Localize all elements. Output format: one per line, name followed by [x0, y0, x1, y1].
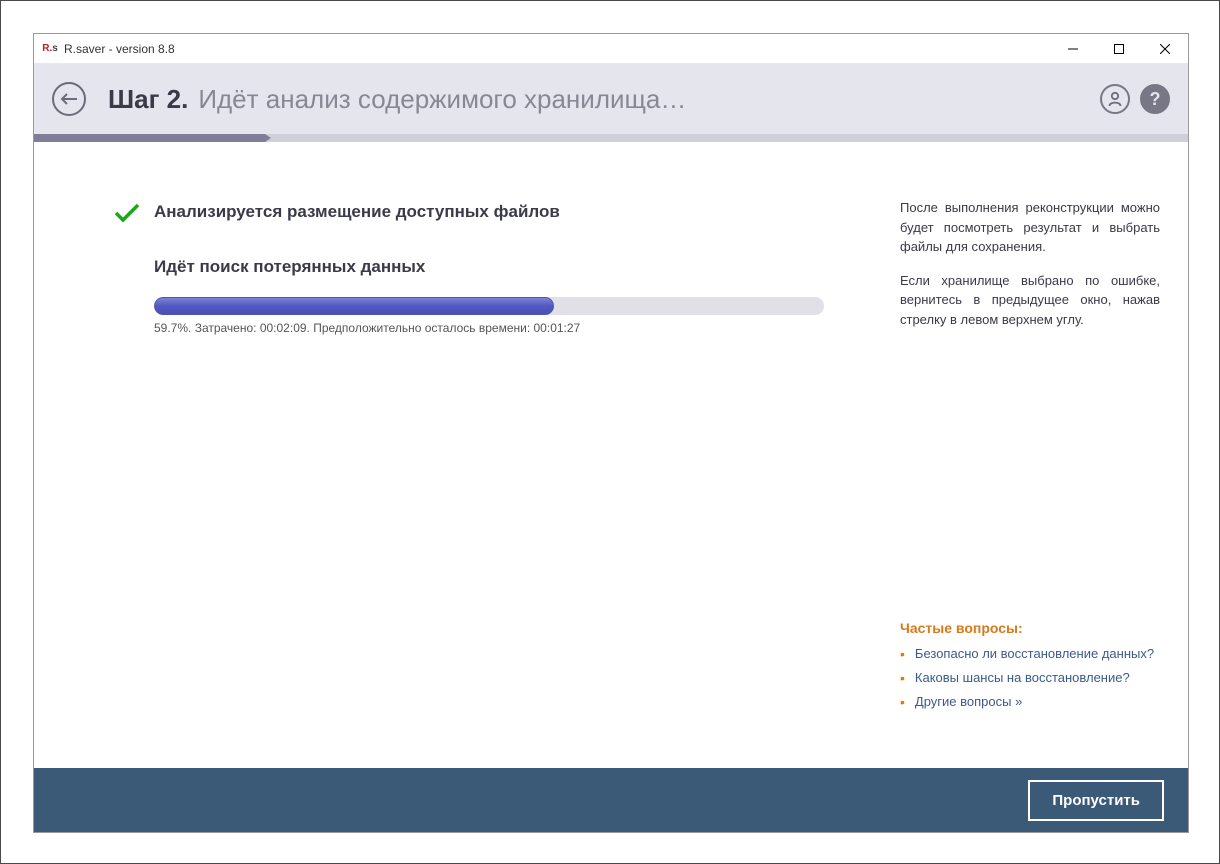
step-number: Шаг 2.: [108, 84, 188, 115]
page-header: Шаг 2. Идёт анализ содержимого хранилища…: [34, 64, 1188, 134]
back-button[interactable]: [52, 82, 86, 116]
wizard-steps-bar: [34, 134, 1188, 142]
analysis-done-label: Анализируется размещение доступных файло…: [154, 202, 560, 222]
faq-item: Безопасно ли восстановление данных?: [900, 646, 1160, 662]
app-icon: R.s: [42, 41, 58, 57]
info-paragraph: После выполнения реконструкции можно буд…: [900, 198, 1160, 257]
progress-bar: [154, 297, 824, 315]
info-sidebar: После выполнения реконструкции можно буд…: [888, 142, 1188, 768]
progress-status-text: 59.7%. Затрачено: 00:02:09. Предположите…: [154, 321, 848, 335]
footer-bar: Пропустить: [34, 768, 1188, 832]
close-button[interactable]: [1142, 34, 1188, 63]
skip-button[interactable]: Пропустить: [1028, 780, 1164, 821]
titlebar: R.s R.saver - version 8.8: [34, 34, 1188, 64]
maximize-button[interactable]: [1096, 34, 1142, 63]
user-icon: [1107, 91, 1123, 107]
step-description: Идёт анализ содержимого хранилища…: [198, 84, 686, 115]
step-segment: [957, 134, 1188, 142]
faq-list: Безопасно ли восстановление данных? Како…: [900, 646, 1160, 710]
step-segment: [34, 134, 265, 142]
step-segment: [496, 134, 727, 142]
faq-link[interactable]: Безопасно ли восстановление данных?: [915, 646, 1154, 661]
info-paragraph: Если хранилище выбрано по ошибке, вернит…: [900, 271, 1160, 330]
faq-item: Другие вопросы »: [900, 694, 1160, 710]
faq-link[interactable]: Каковы шансы на восстановление?: [915, 670, 1130, 685]
search-progress-label: Идёт поиск потерянных данных: [154, 257, 848, 277]
help-icon: ?: [1150, 89, 1161, 110]
faq-link[interactable]: Другие вопросы »: [915, 694, 1022, 709]
step-segment: [726, 134, 957, 142]
checkmark-icon: [114, 200, 140, 230]
window-title: R.saver - version 8.8: [64, 42, 1050, 56]
main-content: Анализируется размещение доступных файло…: [34, 142, 888, 768]
faq-title: Частые вопросы:: [900, 620, 1160, 636]
help-button[interactable]: ?: [1140, 84, 1170, 114]
progress-fill: [154, 297, 554, 315]
step-segment: [265, 134, 496, 142]
back-arrow-icon: [60, 92, 78, 106]
user-button[interactable]: [1100, 84, 1130, 114]
faq-item: Каковы шансы на восстановление?: [900, 670, 1160, 686]
minimize-button[interactable]: [1050, 34, 1096, 63]
